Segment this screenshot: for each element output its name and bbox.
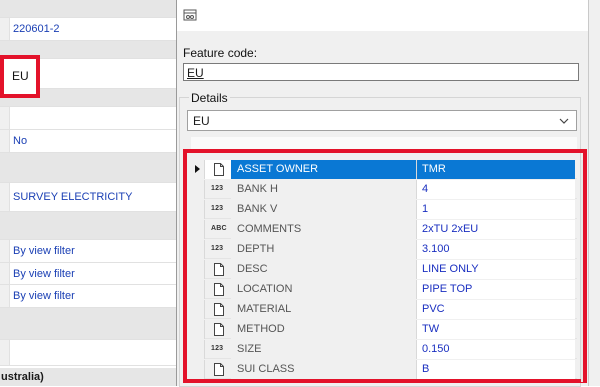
row-selector[interactable] — [191, 320, 205, 339]
details-dropdown[interactable]: EU — [187, 110, 577, 131]
property-category-row — [0, 153, 176, 183]
property-value: 220601-2 — [13, 23, 60, 35]
dialog-titlebar[interactable] — [177, 0, 588, 32]
details-label: Details — [189, 91, 230, 105]
property-value: SURVEY ELECTRICITY — [13, 191, 133, 203]
attribute-row[interactable]: SUI CLASS B — [191, 360, 577, 379]
attribute-name: SUI CLASS — [231, 360, 417, 379]
row-selector[interactable] — [191, 300, 205, 319]
feature-code-cell-value: EU — [12, 69, 29, 83]
attribute-value[interactable]: LINE ONLY — [417, 260, 575, 279]
attribute-name: MATERIAL — [231, 300, 417, 319]
numeric-type-icon: 123 — [211, 345, 224, 352]
property-value: By view filter — [13, 267, 75, 280]
property-row[interactable]: By view filter — [0, 285, 176, 308]
attribute-row[interactable]: 123 DEPTH 3.100 — [191, 240, 577, 259]
attribute-value[interactable]: 4 — [417, 180, 575, 199]
text-document-icon — [205, 300, 231, 319]
attribute-value[interactable]: PIPE TOP — [417, 280, 575, 299]
details-dropdown-value: EU — [193, 114, 210, 128]
property-value: No — [13, 135, 28, 147]
attribute-row[interactable]: MATERIAL PVC — [191, 300, 577, 319]
property-category-row — [0, 308, 176, 340]
numeric-type-icon: 123 — [211, 245, 224, 252]
attribute-value[interactable]: TMR — [417, 160, 575, 179]
text-document-icon — [205, 260, 231, 279]
row-selector[interactable] — [191, 360, 205, 379]
feature-code-label: Feature code: — [183, 46, 258, 60]
row-selector[interactable] — [191, 200, 205, 219]
text-document-icon — [205, 320, 231, 339]
attribute-name: DEPTH — [231, 240, 417, 259]
attribute-value[interactable]: 2xTU 2xEU — [417, 220, 575, 239]
property-row[interactable]: By view filter — [0, 240, 176, 263]
chevron-down-icon — [559, 118, 569, 124]
property-row[interactable]: By view filter — [0, 263, 176, 285]
attributes-scrollbar[interactable] — [581, 160, 583, 382]
attribute-value[interactable]: B — [417, 360, 575, 379]
text-document-icon — [205, 360, 231, 379]
attribute-value[interactable]: 3.100 — [417, 240, 575, 259]
row-selector[interactable] — [191, 280, 205, 299]
text-document-icon — [205, 280, 231, 299]
property-value: By view filter — [13, 245, 75, 257]
attribute-row[interactable]: 123 SIZE 0.150 — [191, 340, 577, 359]
property-row[interactable] — [0, 340, 176, 366]
row-selector[interactable] — [191, 180, 205, 199]
feature-code-input-value: EU — [187, 66, 204, 80]
attribute-row[interactable]: LOCATION PIPE TOP — [191, 280, 577, 299]
numeric-type-icon: 123 — [211, 185, 224, 192]
text-type-icon: ABC — [211, 225, 227, 232]
attribute-name: ASSET OWNER — [231, 160, 417, 179]
row-selector[interactable] — [191, 240, 205, 259]
row-selector[interactable] — [191, 340, 205, 359]
current-row-arrow-icon — [195, 165, 200, 173]
row-selector[interactable] — [191, 220, 205, 239]
attribute-name: LOCATION — [231, 280, 417, 299]
feature-code-input[interactable]: EU — [183, 63, 579, 81]
property-row[interactable]: SURVEY ELECTRICITY — [0, 183, 176, 212]
highlighted-feature-code-cell[interactable]: EU — [0, 55, 40, 98]
attribute-name: METHOD — [231, 320, 417, 339]
row-selector[interactable] — [191, 260, 205, 279]
attribute-name: COMMENTS — [231, 220, 417, 239]
attribute-value[interactable]: 0.150 — [417, 340, 575, 359]
status-text: ustralia) — [0, 368, 176, 386]
property-category-row — [0, 0, 176, 18]
property-row[interactable]: 220601-2 — [0, 18, 176, 41]
right-panel-edge — [588, 0, 600, 386]
property-row[interactable] — [0, 107, 176, 130]
property-category-row — [0, 212, 176, 240]
attribute-value[interactable]: PVC — [417, 300, 575, 319]
numeric-type-icon: 123 — [211, 205, 224, 212]
attribute-name: SIZE — [231, 340, 417, 359]
attribute-row[interactable]: ASSET OWNER TMR — [191, 160, 577, 179]
property-value: By view filter — [13, 290, 75, 302]
attribute-name: DESC — [231, 260, 417, 279]
row-selector[interactable] — [191, 160, 205, 179]
text-document-icon — [205, 160, 231, 179]
attribute-value[interactable]: TW — [417, 320, 575, 339]
attribute-name: BANK V — [231, 200, 417, 219]
property-row[interactable]: No — [0, 130, 176, 153]
attribute-row[interactable]: 123 BANK H4 — [191, 180, 577, 199]
attribute-row[interactable]: DESC LINE ONLY — [191, 260, 577, 279]
attribute-row[interactable]: METHOD TW — [191, 320, 577, 339]
attribute-name: BANK H — [231, 180, 417, 199]
attribute-row[interactable]: 123 BANK V1 — [191, 200, 577, 219]
feature-code-icon — [183, 9, 197, 21]
attribute-value[interactable]: 1 — [417, 200, 575, 219]
attribute-row[interactable]: ABC COMMENTS 2xTU 2xEU — [191, 220, 577, 239]
